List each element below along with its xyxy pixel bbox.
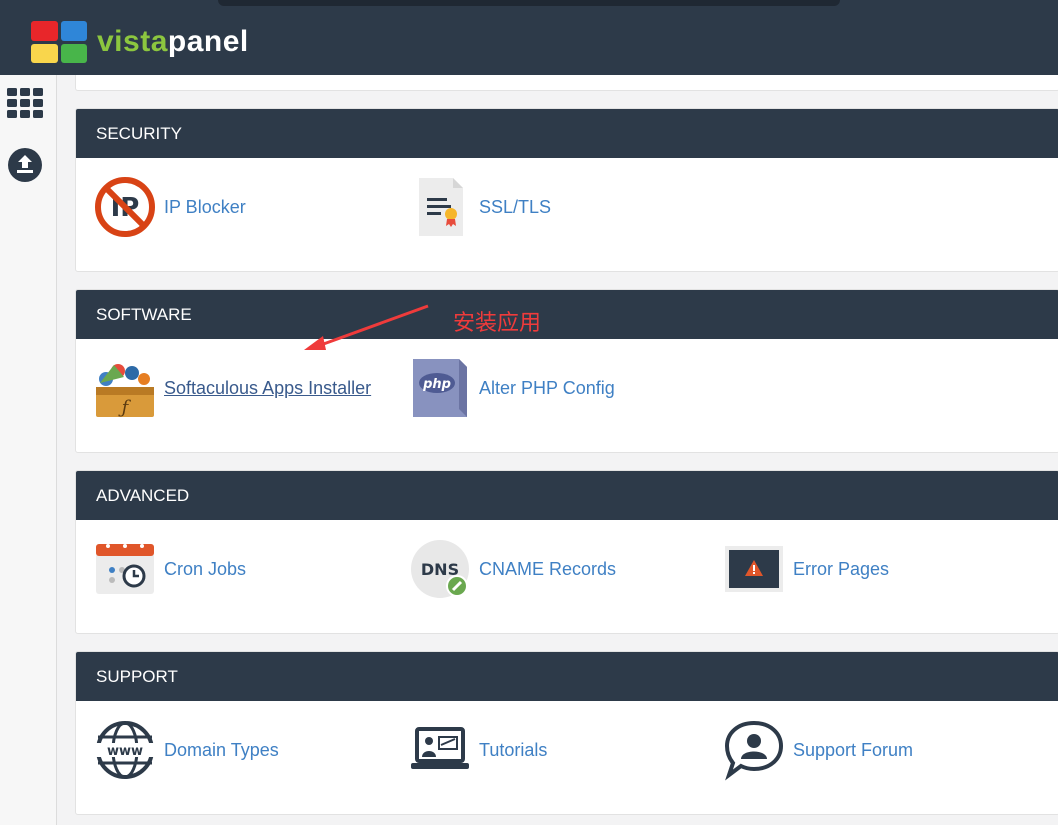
item-label: IP Blocker — [164, 196, 246, 217]
grid-menu-button[interactable] — [6, 84, 44, 122]
item-label: Domain Types — [164, 739, 279, 760]
item-label: CNAME Records — [479, 558, 617, 579]
softaculous-link[interactable]: ƒ Softaculous Apps Installer — [94, 357, 371, 419]
php-icon: php — [409, 357, 471, 419]
section-software: SOFTWARE ƒ Softaculous Apps Installer ph… — [75, 289, 1058, 453]
www-globe-icon: www — [94, 719, 156, 781]
ip-blocker-link[interactable]: IP IP Blocker — [94, 176, 246, 238]
logo-text-vista: vista — [97, 25, 168, 58]
cron-jobs-link[interactable]: Cron Jobs — [94, 538, 246, 600]
grid-icon — [7, 88, 43, 118]
section-title: SUPPORT — [76, 652, 1058, 701]
svg-text:www: www — [107, 744, 143, 759]
annotation-arrow — [304, 304, 429, 350]
section-support: SUPPORT www Domain Types Tutorials Suppo… — [75, 651, 1058, 815]
svg-text:php: php — [422, 377, 451, 392]
previous-section-card — [75, 75, 1058, 91]
softaculous-icon: ƒ — [94, 357, 156, 419]
dns-icon: DNS — [409, 538, 471, 600]
item-label: Cron Jobs — [164, 558, 247, 579]
item-label: Tutorials — [479, 739, 548, 760]
tutorials-link[interactable]: Tutorials — [409, 719, 547, 781]
alter-php-config-link[interactable]: php Alter PHP Config — [409, 357, 615, 419]
upload-button[interactable] — [6, 146, 44, 184]
chat-user-icon — [723, 719, 785, 781]
annotation-text: 安装应用 — [453, 310, 542, 335]
vistapanel-logo[interactable]: vistapanel — [31, 21, 249, 63]
section-title: SECURITY — [76, 109, 1058, 158]
certificate-icon — [409, 176, 471, 238]
logo-grid-icon — [31, 21, 87, 63]
cname-records-link[interactable]: DNS CNAME Records — [409, 538, 616, 600]
section-title: SOFTWARE — [76, 290, 1058, 339]
item-label: SSL/TLS — [479, 196, 552, 217]
top-bar: vistapanel — [0, 0, 1058, 75]
logo-text: vistapanel — [97, 27, 249, 57]
section-advanced: ADVANCED Cron Jobs DNS CNAME Records Err… — [75, 470, 1058, 634]
item-label: Softaculous Apps Installer — [164, 377, 372, 398]
ssl-tls-link[interactable]: SSL/TLS — [409, 176, 551, 238]
browser-strip — [218, 0, 840, 6]
calendar-clock-icon — [94, 538, 156, 600]
sidebar — [0, 75, 57, 825]
support-forum-link[interactable]: Support Forum — [723, 719, 913, 781]
main-content: SECURITY IP IP Blocker — [57, 75, 1058, 825]
item-label: Error Pages — [793, 558, 890, 579]
logo-text-panel: panel — [167, 25, 249, 58]
ip-blocker-icon: IP — [94, 176, 156, 238]
item-label: Support Forum — [793, 739, 914, 760]
warning-screen-icon — [723, 538, 785, 600]
presentation-laptop-icon — [409, 719, 471, 781]
error-pages-link[interactable]: Error Pages — [723, 538, 889, 600]
item-label: Alter PHP Config — [479, 377, 615, 398]
upload-icon — [8, 148, 42, 182]
section-security: SECURITY IP IP Blocker — [75, 108, 1058, 272]
domain-types-link[interactable]: www Domain Types — [94, 719, 279, 781]
section-title: ADVANCED — [76, 471, 1058, 520]
